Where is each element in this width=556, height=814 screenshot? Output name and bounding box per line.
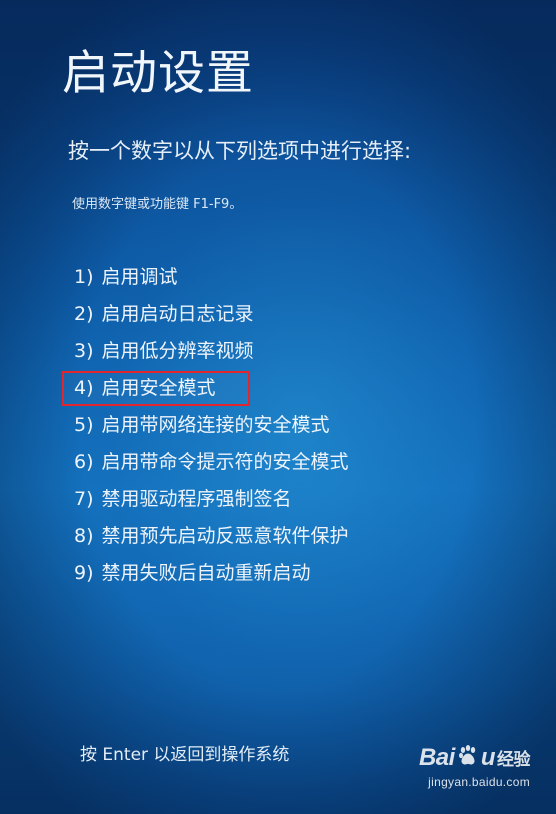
logo-text-right: u (480, 744, 496, 771)
option-label: 启用启动日志记录 (101, 303, 254, 325)
option-safe-mode-command-prompt[interactable]: 6) 启用带命令提示符的安全模式 (74, 447, 349, 484)
option-label: 启用带命令提示符的安全模式 (101, 451, 349, 473)
keyboard-hint: 使用数字键或功能键 F1-F9。 (72, 197, 243, 212)
baidu-logo: Bai u 经验 (380, 744, 531, 773)
logo-text-left: Bai (418, 744, 455, 771)
option-label: 启用带网络连接的安全模式 (101, 414, 330, 436)
option-number: 8) (74, 525, 94, 547)
option-label: 禁用失败后自动重新启动 (101, 562, 311, 584)
option-label: 禁用预先启动反恶意软件保护 (101, 525, 349, 547)
baidu-paw-icon (457, 744, 479, 773)
option-safe-mode-networking[interactable]: 5) 启用带网络连接的安全模式 (74, 410, 349, 447)
option-disable-auto-restart[interactable]: 9) 禁用失败后自动重新启动 (74, 558, 349, 595)
option-number: 1) (74, 266, 94, 288)
option-number: 2) (74, 303, 94, 325)
logo-suffix: 经验 (497, 750, 531, 769)
option-number: 7) (74, 488, 94, 510)
page-subtitle: 按一个数字以从下列选项中进行选择: (68, 139, 412, 163)
option-low-resolution-video[interactable]: 3) 启用低分辨率视频 (74, 336, 349, 373)
option-debugging[interactable]: 1) 启用调试 (74, 262, 349, 299)
safe-mode-highlight-box (62, 371, 250, 406)
baidu-jingyan-watermark: Bai u 经验 jingyan.baidu.com (380, 744, 531, 804)
watermark-url: jingyan.baidu.com (428, 775, 530, 790)
option-number: 6) (74, 451, 94, 473)
option-label: 启用低分辨率视频 (101, 340, 254, 362)
option-number: 3) (74, 340, 94, 362)
option-number: 5) (74, 414, 94, 436)
option-boot-logging[interactable]: 2) 启用启动日志记录 (74, 299, 349, 336)
startup-options-list: 1) 启用调试 2) 启用启动日志记录 3) 启用低分辨率视频 4) 启用安全模式 5)… (74, 262, 349, 595)
option-disable-driver-signature[interactable]: 7) 禁用驱动程序强制签名 (74, 484, 349, 521)
option-label: 启用调试 (101, 266, 178, 288)
page-title: 启动设置 (62, 46, 254, 101)
return-to-os-prompt[interactable]: 按 Enter 以返回到操作系统 (80, 740, 289, 765)
option-disable-early-antimalware[interactable]: 8) 禁用预先启动反恶意软件保护 (74, 521, 349, 558)
option-label: 禁用驱动程序强制签名 (101, 488, 292, 510)
option-number: 9) (74, 562, 94, 584)
